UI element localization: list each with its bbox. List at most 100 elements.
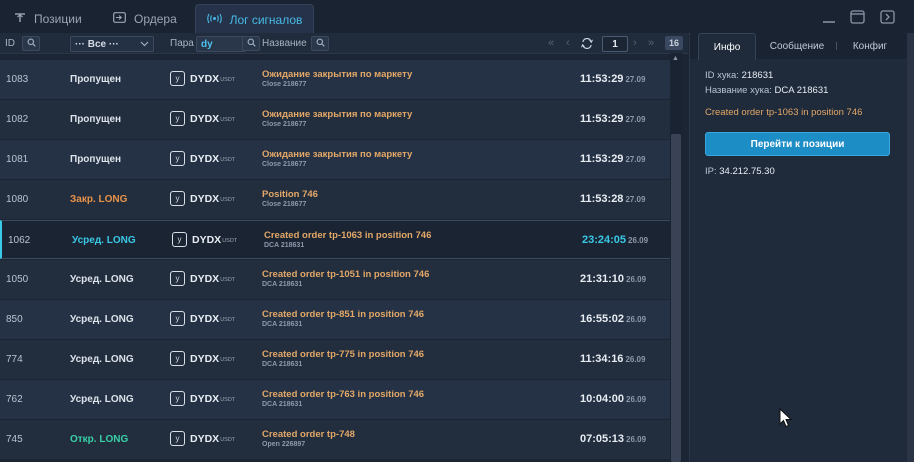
row-name: Created order tp-1063 in position 746 DCA… xyxy=(264,230,431,249)
signal-row[interactable]: 1083 Пропущен y DYDX USDT Ожидание закрытия п… xyxy=(0,60,670,99)
row-name-sub: Close 218677 xyxy=(262,161,307,168)
row-date: 26.09 xyxy=(628,236,649,245)
row-pair: y DYDX USDT xyxy=(172,232,237,247)
scrollbar-thumb[interactable] xyxy=(671,134,681,462)
row-date: 26.09 xyxy=(626,435,647,444)
row-pair: y DYDX USDT xyxy=(170,391,235,406)
dydx-coin-icon: y xyxy=(170,151,185,166)
tab-message[interactable]: Сообщение xyxy=(762,33,832,59)
positions-icon xyxy=(14,12,26,26)
row-name-title: Ожидание закрытия по маркету xyxy=(262,109,413,120)
row-status: Усред. LONG xyxy=(72,235,136,246)
collapse-panel-icon[interactable] xyxy=(880,10,895,24)
dydx-coin-icon: y xyxy=(170,351,185,366)
orders-icon xyxy=(113,11,126,26)
tab-positions-label: Позиции xyxy=(34,11,82,26)
search-icon xyxy=(27,38,36,49)
signal-row[interactable]: 850 Усред. LONG y DYDX USDT Created order tp-… xyxy=(0,300,670,339)
pair-base: DYDX xyxy=(190,272,220,285)
maximize-icon[interactable] xyxy=(850,10,865,24)
page-count-badge: 16 xyxy=(665,36,683,50)
pair-base: DYDX xyxy=(190,312,220,325)
pair-search-button[interactable] xyxy=(242,36,260,51)
tab-info[interactable]: Инфо xyxy=(698,33,756,60)
last-page-icon[interactable]: » xyxy=(648,36,654,50)
top-tab-bar: Позиции Ордера Лог сигналов xyxy=(0,0,914,34)
page-number-input[interactable]: 1 xyxy=(602,36,628,52)
row-timestamp: 11:53:28 27.09 xyxy=(580,193,645,205)
dydx-coin-icon: y xyxy=(170,271,185,286)
row-timestamp: 11:53:29 27.09 xyxy=(580,113,645,125)
signal-message: Created order tp-1063 in position 746 xyxy=(705,107,863,118)
pair-base: DYDX xyxy=(190,392,220,405)
row-name-sub: DCA 218631 xyxy=(262,361,303,368)
mouse-cursor-icon xyxy=(779,407,793,433)
tab-signal-log[interactable]: Лог сигналов xyxy=(195,4,314,34)
row-id: 1062 xyxy=(8,235,31,246)
tab-positions[interactable]: Позиции xyxy=(14,4,82,33)
row-date: 26.09 xyxy=(626,315,647,324)
row-name-title: Created order tp-1063 in position 746 xyxy=(264,230,432,241)
page-number: 1 xyxy=(612,38,618,50)
row-status: Усред. LONG xyxy=(70,354,134,365)
status-select[interactable]: ··· Все ··· xyxy=(70,36,154,52)
signal-row[interactable]: 1081 Пропущен y DYDX USDT Ожидание закрытия п… xyxy=(0,140,670,179)
row-time: 10:04:00 xyxy=(580,393,625,405)
tab-orders[interactable]: Ордера xyxy=(113,4,177,33)
prev-page-icon[interactable]: ‹ xyxy=(566,36,570,50)
row-time: 23:24:05 xyxy=(582,234,627,246)
row-time: 11:53:29 xyxy=(580,73,624,85)
pair-quote: USDT xyxy=(222,238,238,244)
row-pair: y DYDX USDT xyxy=(170,311,235,326)
row-name-sub: DCA 218631 xyxy=(262,401,303,408)
refresh-icon[interactable] xyxy=(581,36,593,50)
signal-row[interactable]: 1050 Усред. LONG y DYDX USDT Created order tp… xyxy=(0,260,670,299)
signal-row[interactable]: 745 Откр. LONG y DYDX USDT Created order tp-7… xyxy=(0,420,670,459)
signal-row[interactable]: 1082 Пропущен y DYDX USDT Ожидание закрытия п… xyxy=(0,100,670,139)
row-name: Created order tp-763 in position 746 DCA … xyxy=(262,389,424,408)
row-timestamp: 23:24:05 26.09 xyxy=(582,234,648,246)
row-name: Ожидание закрытия по маркету Close 218677 xyxy=(262,109,412,128)
window-edge xyxy=(907,33,914,462)
row-date: 26.09 xyxy=(626,275,647,284)
pair-filter-input[interactable]: dy xyxy=(196,36,246,52)
pair-quote: USDT xyxy=(220,77,236,83)
signal-row[interactable]: 762 Усред. LONG y DYDX USDT Created order tp-… xyxy=(0,380,670,419)
page-count: 16 xyxy=(668,38,679,48)
search-icon xyxy=(316,38,325,49)
tab-config[interactable]: Конфиг xyxy=(841,33,899,59)
row-name-sub: Close 218677 xyxy=(262,201,307,208)
row-time: 11:53:28 xyxy=(580,193,624,205)
pair-base: DYDX xyxy=(190,72,220,85)
pair-base: DYDX xyxy=(190,352,220,365)
row-status: Закр. LONG xyxy=(70,194,128,205)
id-search-button[interactable] xyxy=(22,36,40,51)
scroll-up-icon[interactable]: ▲ xyxy=(672,55,679,62)
row-name-title: Ожидание закрытия по маркету xyxy=(262,69,413,80)
go-to-position-button[interactable]: Перейти к позиции xyxy=(705,132,890,156)
row-name-title: Created order tp-748 xyxy=(262,429,355,440)
tab-separator xyxy=(836,42,837,50)
row-name: Created order tp-775 in position 746 DCA … xyxy=(262,349,424,368)
first-page-icon[interactable]: « xyxy=(548,36,554,50)
row-pair: y DYDX USDT xyxy=(170,271,235,286)
signal-row[interactable]: 774 Усред. LONG y DYDX USDT Created order tp-… xyxy=(0,340,670,379)
pair-quote: USDT xyxy=(220,317,236,323)
pair-quote: USDT xyxy=(220,357,236,363)
list-scrollbar[interactable]: ▲ xyxy=(670,53,682,462)
row-status: Пропущен xyxy=(70,154,122,165)
signal-row[interactable]: 1062 Усред. LONG y DYDX USDT Created order tp… xyxy=(0,220,670,259)
pair-base: DYDX xyxy=(192,233,222,246)
minimize-icon[interactable] xyxy=(822,10,836,24)
name-search-button[interactable] xyxy=(311,36,329,51)
row-date: 27.09 xyxy=(625,115,646,124)
hook-name-line: Название хука: DCA 218631 xyxy=(705,85,828,96)
signal-row[interactable]: 1080 Закр. LONG y DYDX USDT Position 746 Close… xyxy=(0,180,670,219)
pair-quote: USDT xyxy=(220,117,236,123)
ip-value: 34.212.75.30 xyxy=(719,166,775,177)
row-date: 27.09 xyxy=(625,155,646,164)
row-name-title: Created order tp-775 in position 746 xyxy=(262,349,425,360)
next-page-icon[interactable]: › xyxy=(633,36,637,50)
row-name-title: Position 746 xyxy=(262,189,318,200)
pair-base: DYDX xyxy=(190,112,220,125)
